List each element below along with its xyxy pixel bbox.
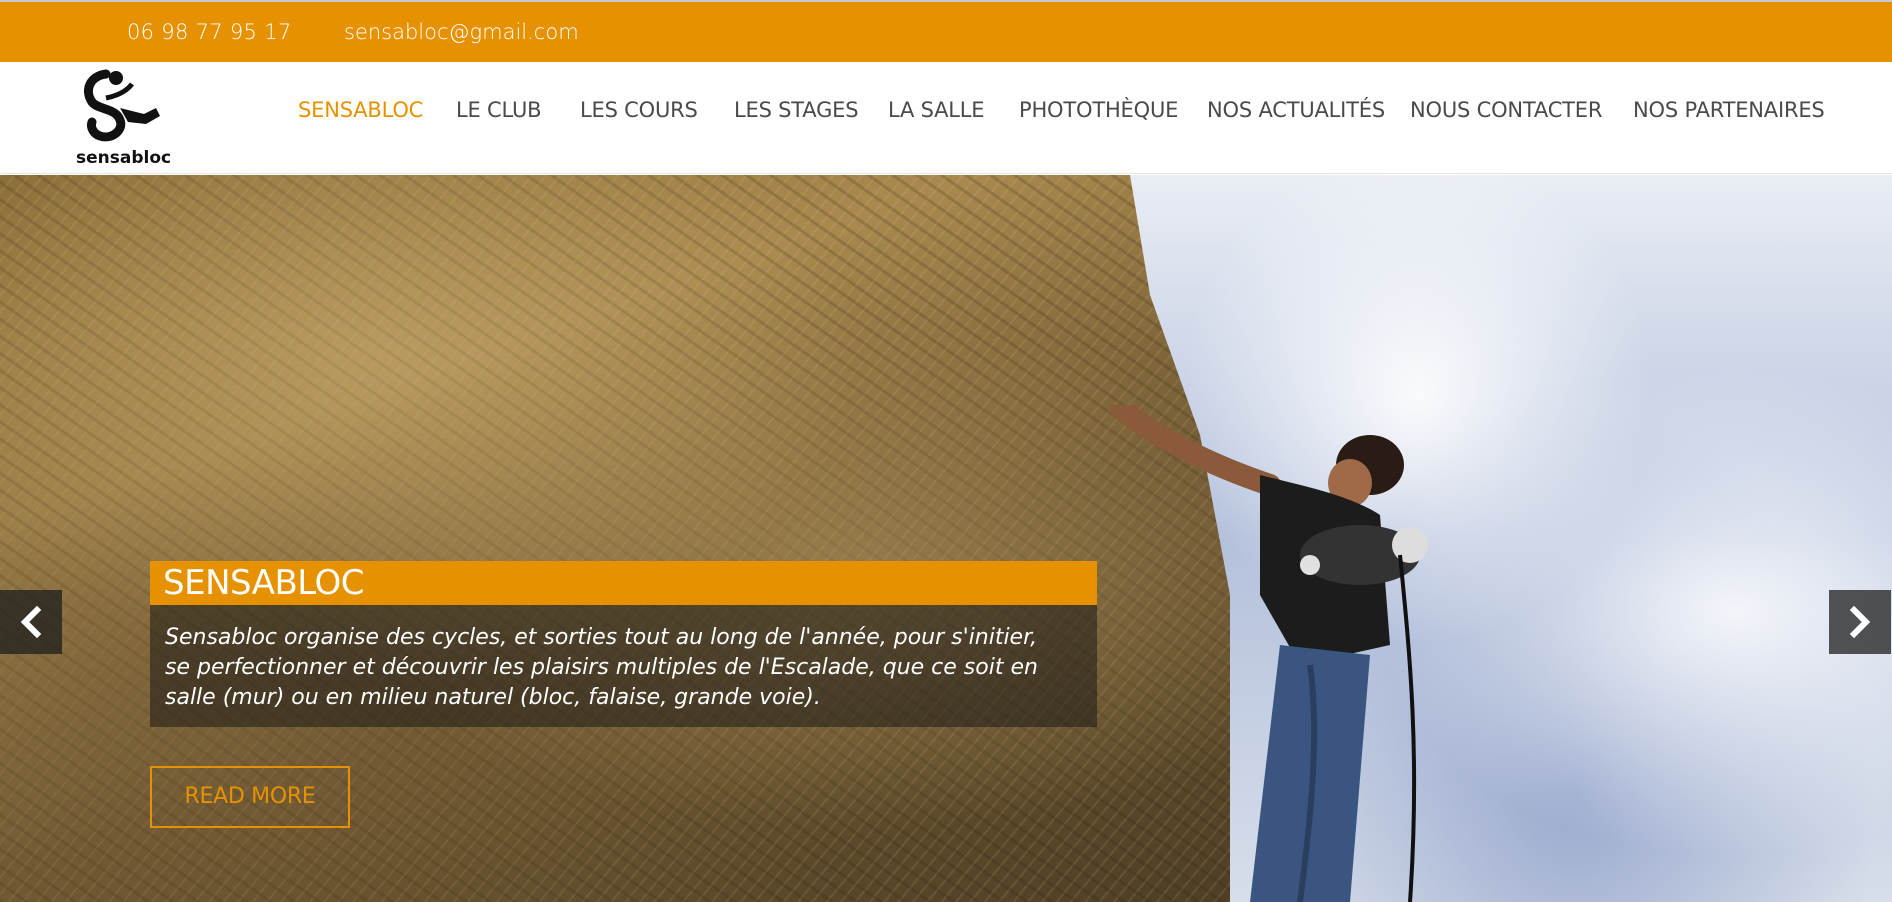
nav-item-nous-contacter[interactable]: NOUS CONTACTER: [1410, 98, 1602, 122]
main-navbar: sensabloc SENSABLOC LE CLUB LES COURS LE…: [0, 62, 1892, 174]
read-more-button[interactable]: READ MORE: [150, 766, 350, 828]
nav-item-les-cours[interactable]: LES COURS: [580, 98, 698, 122]
chevron-left-icon: [20, 606, 42, 638]
chevron-right-icon: [1849, 606, 1871, 638]
nav-item-nos-actualites[interactable]: NOS ACTUALITÉS: [1207, 98, 1385, 122]
nav-item-sensabloc[interactable]: SENSABLOC: [298, 98, 423, 122]
phone-number[interactable]: 06 98 77 95 17: [127, 20, 292, 44]
next-slide-button[interactable]: [1829, 590, 1891, 654]
top-contact-bar: 06 98 77 95 17 sensabloc@gmail.com: [0, 0, 1892, 62]
nav-item-phototheque[interactable]: PHOTOTHÈQUE: [1019, 98, 1178, 122]
nav-item-le-club[interactable]: LE CLUB: [456, 98, 542, 122]
prev-slide-button[interactable]: [0, 590, 62, 654]
primary-nav: SENSABLOC LE CLUB LES COURS LES STAGES L…: [0, 62, 1892, 174]
email-link[interactable]: sensabloc@gmail.com: [344, 20, 579, 44]
climber-image: [1110, 405, 1428, 902]
nav-item-la-salle[interactable]: LA SALLE: [888, 98, 985, 122]
nav-item-les-stages[interactable]: LES STAGES: [734, 98, 859, 122]
nav-item-nos-partenaires[interactable]: NOS PARTENAIRES: [1633, 98, 1825, 122]
slide-title: SENSABLOC: [150, 561, 1097, 605]
slide-description: Sensabloc organise des cycles, et sortie…: [150, 605, 1097, 727]
